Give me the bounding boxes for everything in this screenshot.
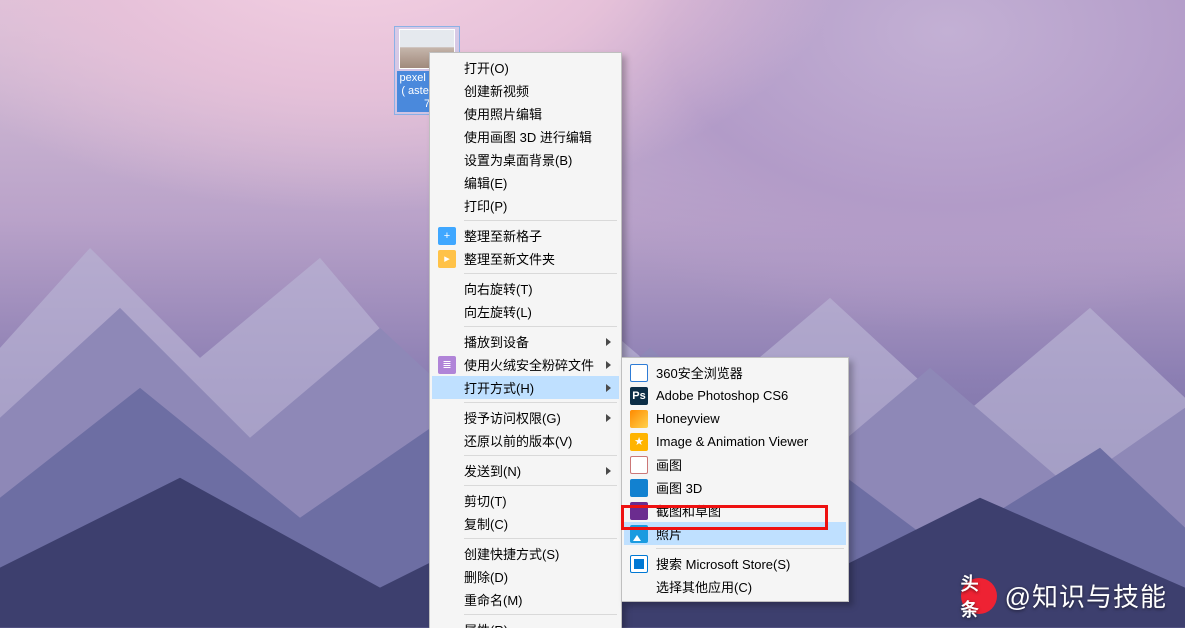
menu-item-label: 设置为桌面背景(B): [464, 150, 572, 169]
menu-item-label: 整理至新格子: [464, 226, 542, 245]
menu-item-label: 使用画图 3D 进行编辑: [464, 127, 592, 146]
main-menu-item-rename[interactable]: 重命名(M): [432, 588, 619, 611]
main-menu-item-cast[interactable]: 播放到设备: [432, 330, 619, 353]
menu-item-label: 授予访问权限(G): [464, 408, 561, 427]
main-menu-item-open[interactable]: 打开(O): [432, 56, 619, 79]
menu-item-label: 截图和草图: [656, 501, 721, 520]
menu-item-label: 删除(D): [464, 567, 508, 586]
menu-item-label: 360安全浏览器: [656, 363, 743, 382]
watermark: 头条 @知识与技能: [961, 577, 1167, 614]
menu-separator: [464, 614, 617, 615]
menu-item-label: 搜索 Microsoft Store(S): [656, 554, 790, 573]
menu-separator: [464, 485, 617, 486]
main-menu-item-sendto[interactable]: 发送到(N): [432, 459, 619, 482]
ps-icon: Ps: [630, 387, 648, 405]
main-menu-item-copy[interactable]: 复制(C): [432, 512, 619, 535]
openwith-menu-item-store[interactable]: 搜索 Microsoft Store(S): [624, 552, 846, 575]
menu-item-label: 重命名(M): [464, 590, 523, 609]
paint-icon: [630, 456, 648, 474]
menu-item-label: 打开方式(H): [464, 378, 534, 397]
menu-item-label: 编辑(E): [464, 173, 507, 192]
folder-icon: ▸: [438, 250, 456, 268]
main-menu-item-newfolder[interactable]: ▸ 整理至新文件夹: [432, 247, 619, 270]
photos-icon: [630, 525, 648, 543]
menu-item-label: Adobe Photoshop CS6: [656, 388, 788, 403]
main-menu-item-restore[interactable]: 还原以前的版本(V): [432, 429, 619, 452]
main-menu-item-shortcut[interactable]: 创建快捷方式(S): [432, 542, 619, 565]
openwith-menu-item-paint3d[interactable]: 画图 3D: [624, 476, 846, 499]
menu-item-label: 打印(P): [464, 196, 507, 215]
shred-icon: ≣: [438, 356, 456, 374]
openwith-menu-item-paint[interactable]: 画图: [624, 453, 846, 476]
menu-separator: [464, 326, 617, 327]
paint3d-icon: [630, 479, 648, 497]
main-menu-item-delete[interactable]: 删除(D): [432, 565, 619, 588]
menu-item-label: 发送到(N): [464, 461, 521, 480]
main-menu-item-props[interactable]: 属性(R): [432, 618, 619, 628]
menu-item-label: Honeyview: [656, 411, 720, 426]
menu-item-label: 播放到设备: [464, 332, 529, 351]
openwith-menu-item-360[interactable]: e 360安全浏览器: [624, 361, 846, 384]
iav-icon: ★: [630, 433, 648, 451]
menu-item-label: 复制(C): [464, 514, 508, 533]
menu-item-label: 整理至新文件夹: [464, 249, 555, 268]
context-menu-openwith: e 360安全浏览器 Ps Adobe Photoshop CS6 Honeyview ★…: [621, 357, 849, 602]
snip-icon: [630, 502, 648, 520]
openwith-menu-item-honey[interactable]: Honeyview: [624, 407, 846, 430]
hv-icon: [630, 410, 648, 428]
menu-item-label: 使用照片编辑: [464, 104, 542, 123]
openwith-menu-item-pscs6[interactable]: Ps Adobe Photoshop CS6: [624, 384, 846, 407]
main-menu-item-newgrid[interactable]: + 整理至新格子: [432, 224, 619, 247]
menu-item-label: 剪切(T): [464, 491, 507, 510]
menu-separator: [656, 548, 844, 549]
menu-separator: [464, 538, 617, 539]
context-menu-main: 打开(O) 创建新视频使用照片编辑使用画图 3D 进行编辑设置为桌面背景(B) 编辑…: [429, 52, 622, 628]
main-menu-item-newvideo[interactable]: 创建新视频: [432, 79, 619, 102]
main-menu-item-openwith[interactable]: 打开方式(H): [432, 376, 619, 399]
main-menu-item-access[interactable]: 授予访问权限(G): [432, 406, 619, 429]
main-menu-item-editphotos[interactable]: 使用照片编辑: [432, 102, 619, 125]
main-menu-item-paint3dedit[interactable]: 使用画图 3D 进行编辑: [432, 125, 619, 148]
watermark-logo: 头条: [961, 578, 997, 614]
menu-item-label: 使用火绒安全粉碎文件: [464, 355, 594, 374]
menu-separator: [464, 402, 617, 403]
main-menu-item-setbg[interactable]: 设置为桌面背景(B): [432, 148, 619, 171]
menu-separator: [464, 455, 617, 456]
menu-item-label: 向左旋转(L): [464, 302, 532, 321]
menu-item-label: 打开(O): [464, 58, 509, 77]
main-menu-item-cut[interactable]: 剪切(T): [432, 489, 619, 512]
menu-item-label: 创建快捷方式(S): [464, 544, 559, 563]
watermark-text: @知识与技能: [1005, 577, 1167, 614]
menu-item-label: 照片: [656, 524, 682, 543]
main-menu-item-rotl[interactable]: 向左旋转(L): [432, 300, 619, 323]
plus-icon: +: [438, 227, 456, 245]
openwith-menu-item-iav[interactable]: ★ Image & Animation Viewer: [624, 430, 846, 453]
menu-item-label: 画图: [656, 455, 682, 474]
main-menu-item-edit[interactable]: 编辑(E): [432, 171, 619, 194]
menu-item-label: 向右旋转(T): [464, 279, 533, 298]
menu-item-label: 还原以前的版本(V): [464, 431, 572, 450]
main-menu-item-rotr[interactable]: 向右旋转(T): [432, 277, 619, 300]
menu-separator: [464, 220, 617, 221]
menu-item-label: 选择其他应用(C): [656, 577, 752, 596]
menu-item-label: 属性(R): [464, 620, 508, 628]
openwith-menu-item-choose[interactable]: 选择其他应用(C): [624, 575, 846, 598]
menu-item-label: 创建新视频: [464, 81, 529, 100]
menu-item-label: Image & Animation Viewer: [656, 434, 808, 449]
openwith-menu-item-photos[interactable]: 照片: [624, 522, 846, 545]
openwith-menu-item-snip[interactable]: 截图和草图: [624, 499, 846, 522]
store-icon: [630, 555, 648, 573]
main-menu-item-shred[interactable]: ≣ 使用火绒安全粉碎文件: [432, 353, 619, 376]
main-menu-item-print[interactable]: 打印(P): [432, 194, 619, 217]
menu-separator: [464, 273, 617, 274]
ie-icon: e: [630, 364, 648, 382]
menu-item-label: 画图 3D: [656, 478, 702, 497]
